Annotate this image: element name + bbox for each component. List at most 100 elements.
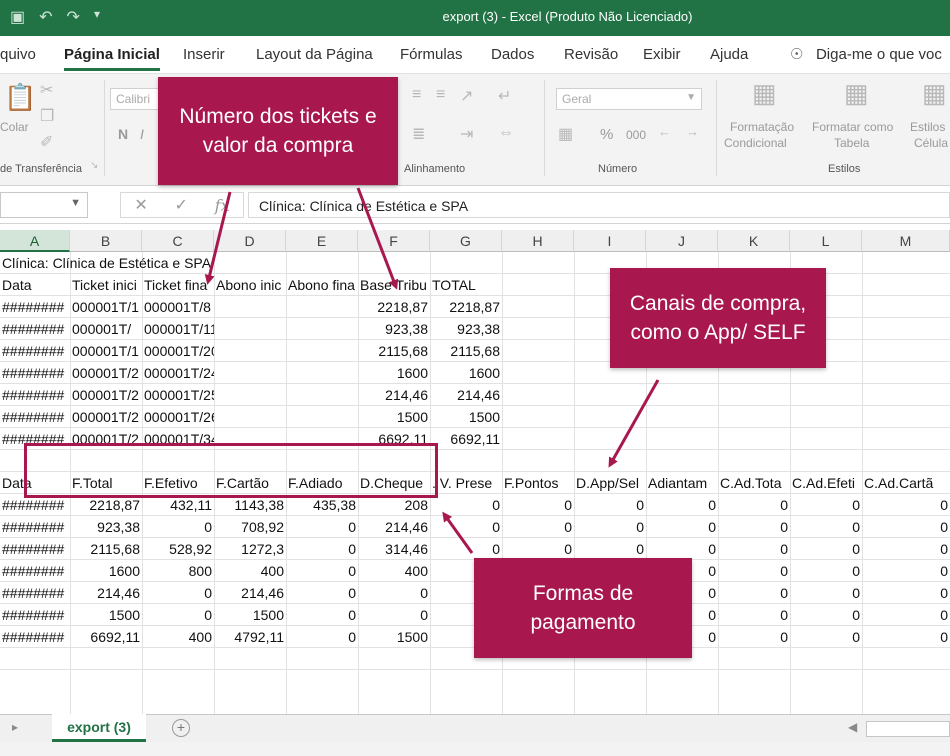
cell-C18[interactable]: 400 bbox=[142, 626, 214, 648]
cell-G4[interactable]: 923,38 bbox=[430, 318, 502, 340]
cell-I14[interactable]: 0 bbox=[574, 538, 646, 560]
cell-G8[interactable]: 1500 bbox=[430, 406, 502, 428]
cell-B14[interactable]: 2115,68 bbox=[70, 538, 142, 560]
cell-F4[interactable]: 923,38 bbox=[358, 318, 430, 340]
cell-M12[interactable]: 0 bbox=[862, 494, 950, 516]
cell-B16[interactable]: 214,46 bbox=[70, 582, 142, 604]
orientation-icon[interactable]: ↗ bbox=[460, 86, 473, 106]
column-header-D[interactable]: D bbox=[214, 230, 286, 252]
cell-styles-label-1[interactable]: Estilos bbox=[910, 120, 945, 134]
cell-J14[interactable]: 0 bbox=[646, 538, 718, 560]
cell-L17[interactable]: 0 bbox=[790, 604, 862, 626]
format-table-label-1[interactable]: Formatar como bbox=[812, 120, 893, 134]
cell-I11[interactable]: D.App/Sel bbox=[574, 472, 646, 494]
cell-A2[interactable]: Data bbox=[0, 274, 70, 296]
cell-B15[interactable]: 1600 bbox=[70, 560, 142, 582]
copy-icon[interactable]: ❐ bbox=[40, 106, 54, 126]
cell-L16[interactable]: 0 bbox=[790, 582, 862, 604]
cell-M14[interactable]: 0 bbox=[862, 538, 950, 560]
tab-data[interactable]: Dados bbox=[491, 46, 534, 63]
cell-A15[interactable]: ######## bbox=[0, 560, 70, 582]
paste-icon[interactable]: 📋 bbox=[4, 82, 36, 113]
column-header-A[interactable]: A bbox=[0, 230, 70, 252]
conditional-format-label-2[interactable]: Condicional bbox=[724, 136, 787, 150]
cell-F7[interactable]: 214,46 bbox=[358, 384, 430, 406]
cell-M17[interactable]: 0 bbox=[862, 604, 950, 626]
cell-M16[interactable]: 0 bbox=[862, 582, 950, 604]
cell-F8[interactable]: 1500 bbox=[358, 406, 430, 428]
cell-F5[interactable]: 2115,68 bbox=[358, 340, 430, 362]
column-header-E[interactable]: E bbox=[286, 230, 358, 252]
cell-C5[interactable]: 000001T/20 bbox=[142, 340, 214, 362]
tab-file[interactable]: quivo bbox=[0, 46, 36, 63]
cell-A13[interactable]: ######## bbox=[0, 516, 70, 538]
cell-A4[interactable]: ######## bbox=[0, 318, 70, 340]
merge-icon[interactable]: ⇔ bbox=[498, 124, 514, 142]
column-header-J[interactable]: J bbox=[646, 230, 718, 252]
align-left-icon[interactable]: ≣ bbox=[412, 124, 425, 144]
cell-K11[interactable]: C.Ad.Tota bbox=[718, 472, 790, 494]
cell-C8[interactable]: 000001T/26 bbox=[142, 406, 214, 428]
cell-B7[interactable]: 000001T/2 bbox=[70, 384, 142, 406]
cell-C7[interactable]: 000001T/25 bbox=[142, 384, 214, 406]
cell-C14[interactable]: 528,92 bbox=[142, 538, 214, 560]
align-top-icon[interactable]: ≡ bbox=[412, 86, 421, 104]
cell-G3[interactable]: 2218,87 bbox=[430, 296, 502, 318]
tab-home[interactable]: Página Inicial bbox=[64, 46, 160, 71]
confirm-icon[interactable]: ✓ bbox=[175, 195, 188, 215]
cell-E14[interactable]: 0 bbox=[286, 538, 358, 560]
italic-button[interactable]: I bbox=[140, 126, 144, 142]
cell-C16[interactable]: 0 bbox=[142, 582, 214, 604]
cell-E13[interactable]: 0 bbox=[286, 516, 358, 538]
cell-A14[interactable]: ######## bbox=[0, 538, 70, 560]
column-header-C[interactable]: C bbox=[142, 230, 214, 252]
cell-I13[interactable]: 0 bbox=[574, 516, 646, 538]
cell-D13[interactable]: 708,92 bbox=[214, 516, 286, 538]
insert-function-button[interactable]: fx bbox=[215, 196, 230, 215]
cell-G12[interactable]: 0 bbox=[430, 494, 502, 516]
cell-C17[interactable]: 0 bbox=[142, 604, 214, 626]
cell-F6[interactable]: 1600 bbox=[358, 362, 430, 384]
cell-styles-label-2[interactable]: Célula bbox=[914, 136, 948, 150]
cell-L15[interactable]: 0 bbox=[790, 560, 862, 582]
cell-B5[interactable]: 000001T/1 bbox=[70, 340, 142, 362]
wrap-text-icon[interactable]: ↵ bbox=[498, 86, 511, 106]
cell-K14[interactable]: 0 bbox=[718, 538, 790, 560]
cell-D15[interactable]: 400 bbox=[214, 560, 286, 582]
cell-E15[interactable]: 0 bbox=[286, 560, 358, 582]
cell-M18[interactable]: 0 bbox=[862, 626, 950, 648]
tab-insert[interactable]: Inserir bbox=[183, 46, 225, 63]
currency-icon[interactable]: ▦ bbox=[558, 124, 573, 144]
column-header-L[interactable]: L bbox=[790, 230, 862, 252]
conditional-format-label-1[interactable]: Formatação bbox=[730, 120, 794, 134]
tab-view[interactable]: Exibir bbox=[643, 46, 681, 63]
cell-G14[interactable]: 0 bbox=[430, 538, 502, 560]
cell-L14[interactable]: 0 bbox=[790, 538, 862, 560]
cell-M13[interactable]: 0 bbox=[862, 516, 950, 538]
cell-D18[interactable]: 4792,11 bbox=[214, 626, 286, 648]
decrease-decimal-icon[interactable]: → bbox=[686, 124, 699, 139]
cell-D17[interactable]: 1500 bbox=[214, 604, 286, 626]
cell-E18[interactable]: 0 bbox=[286, 626, 358, 648]
cell-D16[interactable]: 214,46 bbox=[214, 582, 286, 604]
cell-B17[interactable]: 1500 bbox=[70, 604, 142, 626]
cell-A16[interactable]: ######## bbox=[0, 582, 70, 604]
cell-M11[interactable]: C.Ad.Cartã bbox=[862, 472, 950, 494]
cell-D2[interactable]: Abono inic bbox=[214, 274, 286, 296]
cell-B13[interactable]: 923,38 bbox=[70, 516, 142, 538]
cell-H14[interactable]: 0 bbox=[502, 538, 574, 560]
cell-L18[interactable]: 0 bbox=[790, 626, 862, 648]
cell-L13[interactable]: 0 bbox=[790, 516, 862, 538]
column-header-H[interactable]: H bbox=[502, 230, 574, 252]
column-header-K[interactable]: K bbox=[718, 230, 790, 252]
cell-L11[interactable]: C.Ad.Efeti bbox=[790, 472, 862, 494]
cell-A18[interactable]: ######## bbox=[0, 626, 70, 648]
cell-B18[interactable]: 6692,11 bbox=[70, 626, 142, 648]
cell-K18[interactable]: 0 bbox=[718, 626, 790, 648]
cell-H11[interactable]: F.Pontos bbox=[502, 472, 574, 494]
cell-K16[interactable]: 0 bbox=[718, 582, 790, 604]
scroll-left-icon[interactable]: ◀ bbox=[848, 720, 857, 734]
cell-I12[interactable]: 0 bbox=[574, 494, 646, 516]
cell-G6[interactable]: 1600 bbox=[430, 362, 502, 384]
tell-me-search[interactable]: ☉ Diga-me o que voc bbox=[790, 45, 942, 63]
